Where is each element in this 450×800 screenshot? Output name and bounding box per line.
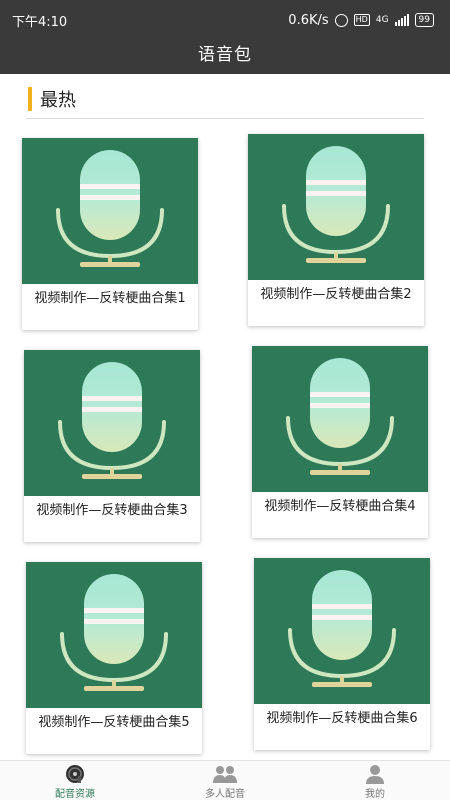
card-title: 视频制作—反转梗曲合集3 <box>36 503 188 518</box>
multi-user-icon <box>212 763 238 785</box>
page-title: 语音包 <box>198 45 252 65</box>
card-thumbnail <box>252 346 428 492</box>
card-title: 视频制作—反转梗曲合集6 <box>266 711 418 726</box>
card-thumbnail <box>26 562 202 708</box>
microphone-icon <box>58 362 166 479</box>
main-content[interactable]: 最热 视频制作—反转梗曲合集1 视频制作—反转梗曲合集2 视频制作—反转梗曲合集… <box>0 74 450 760</box>
network-speed: 0.6K/s <box>288 12 329 28</box>
card-title: 视频制作—反转梗曲合集2 <box>260 287 412 302</box>
voice-pack-card[interactable]: 视频制作—反转梗曲合集4 <box>252 346 428 538</box>
bottom-nav: 配音资源 多人配音 我的 <box>0 760 450 800</box>
card-thumbnail <box>248 134 424 280</box>
card-thumbnail <box>254 558 430 704</box>
dubbing-resources-icon <box>64 763 86 785</box>
status-time: 下午4:10 <box>12 14 68 30</box>
voice-pack-card[interactable]: 视频制作—反转梗曲合集5 <box>26 562 202 754</box>
alarm-icon <box>334 13 348 27</box>
battery-icon: 99 <box>414 13 434 27</box>
card-thumbnail <box>24 350 200 496</box>
nav-multi-dubbing[interactable]: 多人配音 <box>150 761 300 800</box>
voice-pack-card[interactable]: 视频制作—反转梗曲合集3 <box>24 350 200 542</box>
card-title: 视频制作—反转梗曲合集5 <box>38 715 190 730</box>
voice-pack-card[interactable]: 视频制作—反转梗曲合集1 <box>22 138 198 330</box>
card-title: 视频制作—反转梗曲合集4 <box>264 499 416 514</box>
microphone-icon <box>286 358 394 475</box>
section-header: 最热 <box>28 86 76 112</box>
hd-icon: HD <box>353 14 370 26</box>
voice-pack-card[interactable]: 视频制作—反转梗曲合集6 <box>254 558 430 750</box>
nav-dubbing-resources[interactable]: 配音资源 <box>0 761 150 800</box>
nav-profile[interactable]: 我的 <box>300 761 450 800</box>
nav-label: 多人配音 <box>205 789 245 800</box>
microphone-icon <box>60 574 168 691</box>
microphone-icon <box>282 146 390 263</box>
status-bar: 下午4:10 0.6K/s HD 4G 99 <box>0 0 450 40</box>
status-icons: 0.6K/s HD 4G 99 <box>288 13 434 28</box>
profile-icon <box>364 763 386 785</box>
voice-pack-card[interactable]: 视频制作—反转梗曲合集2 <box>248 134 424 326</box>
section-accent-bar <box>28 87 32 111</box>
card-thumbnail <box>22 138 198 284</box>
section-title: 最热 <box>40 90 76 111</box>
microphone-icon <box>56 150 164 267</box>
signal-icon <box>394 14 409 26</box>
nav-label: 我的 <box>365 789 385 800</box>
battery-level: 99 <box>418 15 430 25</box>
divider <box>26 118 424 119</box>
network-type: 4G <box>375 15 389 25</box>
card-title: 视频制作—反转梗曲合集1 <box>34 291 186 306</box>
nav-label: 配音资源 <box>55 789 95 800</box>
app-bar: 下午4:10 0.6K/s HD 4G 99 语音包 <box>0 0 450 74</box>
microphone-icon <box>288 570 396 687</box>
